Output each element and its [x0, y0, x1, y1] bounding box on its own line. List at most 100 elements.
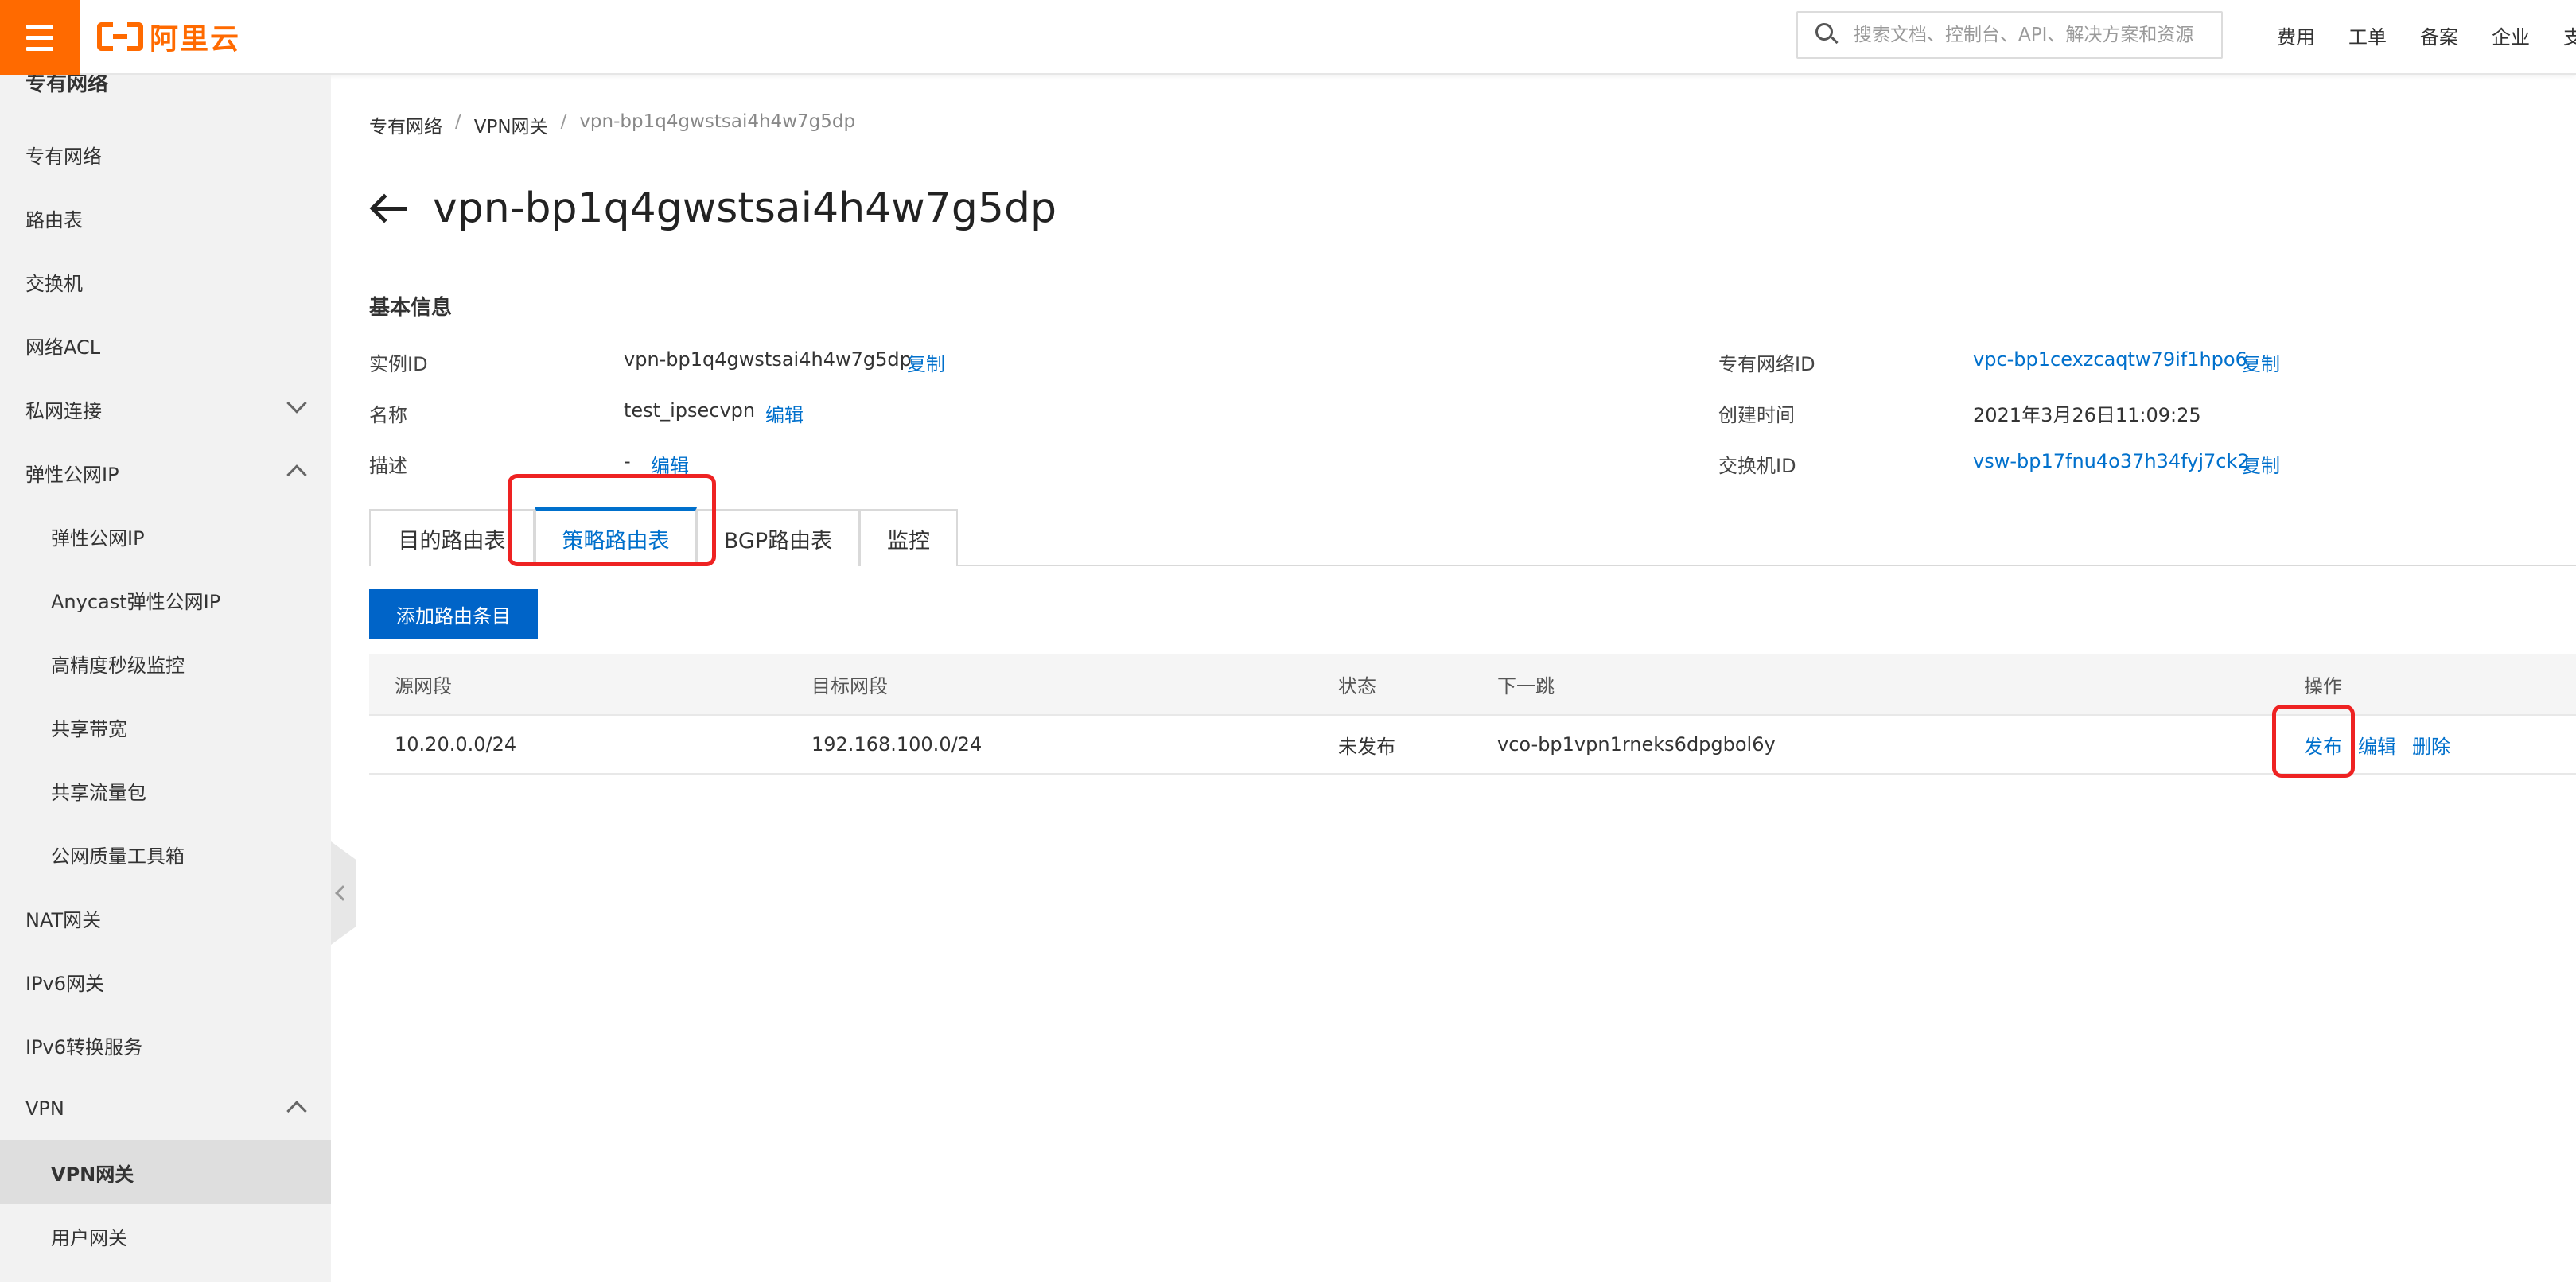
nav-billing[interactable]: 费用 — [2277, 21, 2315, 49]
breadcrumb-separator: / — [455, 111, 461, 132]
edit-button[interactable]: 编辑 — [2358, 731, 2396, 759]
vswitch-id-link[interactable]: vsw-bp17fnu4o37h34fyj7ck2 — [1973, 450, 2250, 472]
aliyun-logo-icon — [97, 22, 143, 51]
sidebar-item-label: 公网质量工具箱 — [51, 845, 185, 868]
copy-vswitch-id-button[interactable]: 复制 — [2242, 450, 2280, 478]
column-destination-cidr: 目标网段 — [811, 674, 888, 697]
sidebar-item-label: 弹性公网IP — [25, 463, 119, 486]
sidebar: 专有网络 专有网络 路由表 交换机 网络ACL 私网连接 弹性公网IP 弹性公网… — [0, 75, 331, 1282]
sidebar-item-label: VPN网关 — [51, 1163, 134, 1186]
search-input[interactable] — [1854, 25, 2220, 45]
sidebar-item-ipv6-gateway[interactable]: IPv6网关 — [0, 950, 331, 1013]
route-tabs: 目的路由表 策略路由表 BGP路由表 监控 — [369, 507, 2576, 566]
destination-cidr-cell: 192.168.100.0/24 — [811, 733, 983, 756]
vswitch-id-label: 交换机ID — [1718, 455, 1796, 477]
basic-info-title: 基本信息 — [369, 296, 453, 320]
sidebar-item-vpc[interactable]: 专有网络 — [0, 122, 331, 186]
column-status: 状态 — [1338, 674, 1376, 697]
sidebar-collapse-handle[interactable] — [331, 841, 356, 945]
table-row: 10.20.0.0/24 192.168.100.0/24 未发布 vco-bp… — [369, 716, 2576, 775]
back-arrow-icon[interactable] — [369, 192, 409, 224]
nav-tickets[interactable]: 工单 — [2348, 21, 2387, 49]
chevron-up-icon — [286, 464, 307, 485]
sidebar-item-label: 共享带宽 — [51, 717, 127, 740]
column-source-cidr: 源网段 — [395, 674, 452, 697]
sidebar-item-anycast-eip[interactable]: Anycast弹性公网IP — [0, 568, 331, 631]
top-nav: 费用 工单 备案 企业 支 — [2277, 0, 2576, 70]
chevron-up-icon — [286, 1101, 307, 1121]
publish-button[interactable]: 发布 — [2304, 731, 2342, 759]
nav-icp-filing[interactable]: 备案 — [2420, 21, 2458, 49]
column-actions: 操作 — [2304, 674, 2342, 697]
sidebar-item-label: IPv6网关 — [25, 972, 105, 995]
delete-button[interactable]: 删除 — [2412, 731, 2450, 759]
vpc-id-link[interactable]: vpc-bp1cexzcaqtw79if1hpo6 — [1973, 348, 2247, 371]
description-label: 描述 — [369, 455, 407, 477]
status-cell: 未发布 — [1338, 735, 1395, 758]
sidebar-item-vpn-gateway[interactable]: VPN网关 — [0, 1140, 331, 1204]
logo-text: 阿里云 — [150, 23, 241, 56]
copy-vpc-id-button[interactable]: 复制 — [2242, 348, 2280, 376]
sidebar-item-vswitch[interactable]: 交换机 — [0, 250, 331, 313]
sidebar-item-label: 高精度秒级监控 — [51, 654, 185, 677]
sidebar-item-ipv6-translation[interactable]: IPv6转换服务 — [0, 1013, 331, 1077]
sidebar-item-label: NAT网关 — [25, 908, 102, 931]
sidebar-item-label: 私网连接 — [25, 399, 102, 422]
tab-destination-route-table[interactable]: 目的路由表 — [369, 509, 535, 566]
search-icon — [1815, 23, 1839, 47]
source-cidr-cell: 10.20.0.0/24 — [395, 733, 517, 756]
copy-instance-id-button[interactable]: 复制 — [907, 348, 945, 376]
add-route-entry-button[interactable]: 添加路由条目 — [369, 589, 538, 639]
instance-id-value: vpn-bp1q4gwstsai4h4w7g5dp — [624, 348, 912, 371]
main-content: 专有网络 / VPN网关 / vpn-bp1q4gwstsai4h4w7g5dp… — [369, 75, 2576, 1282]
hamburger-menu-icon[interactable] — [0, 0, 80, 75]
nav-support[interactable]: 支 — [2563, 21, 2576, 49]
name-value: test_ipsecvpn — [624, 399, 756, 422]
created-time-label: 创建时间 — [1718, 404, 1795, 426]
sidebar-item-route-table[interactable]: 路由表 — [0, 186, 331, 250]
edit-name-button[interactable]: 编辑 — [765, 399, 804, 427]
sidebar-item-customer-gateway[interactable]: 用户网关 — [0, 1204, 331, 1268]
tab-monitoring[interactable]: 监控 — [859, 509, 958, 566]
sidebar-item-label: 弹性公网IP — [51, 526, 145, 550]
sidebar-item-label: 路由表 — [25, 208, 83, 231]
top-bar: 阿里云 费用 工单 备案 企业 支 — [0, 0, 2576, 75]
description-value: - — [624, 450, 631, 472]
tab-bgp-route-table[interactable]: BGP路由表 — [697, 509, 859, 566]
sidebar-item-private-link[interactable]: 私网连接 — [0, 377, 331, 441]
page-header: vpn-bp1q4gwstsai4h4w7g5dp — [369, 177, 1056, 240]
breadcrumb-current: vpn-bp1q4gwstsai4h4w7g5dp — [579, 111, 856, 132]
sidebar-item-nat-gateway[interactable]: NAT网关 — [0, 886, 331, 950]
sidebar-item-label: 网络ACL — [25, 336, 101, 359]
tab-policy-route-table[interactable]: 策略路由表 — [535, 507, 697, 566]
sidebar-item-label: 用户网关 — [51, 1226, 127, 1249]
sidebar-item-label: Anycast弹性公网IP — [51, 590, 221, 613]
breadcrumb-vpn-gateway[interactable]: VPN网关 — [474, 111, 548, 138]
column-next-hop: 下一跳 — [1497, 674, 1555, 697]
chevron-down-icon — [286, 393, 307, 414]
sidebar-item-label: 共享流量包 — [51, 781, 146, 804]
name-label: 名称 — [369, 404, 407, 426]
next-hop-cell: vco-bp1vpn1rneks6dpgbol6y — [1497, 733, 1776, 756]
global-search[interactable] — [1796, 11, 2223, 59]
actions-cell: 发布 编辑 删除 — [2304, 716, 2466, 773]
nav-enterprise[interactable]: 企业 — [2492, 21, 2530, 49]
sidebar-item-quality-toolbox[interactable]: 公网质量工具箱 — [0, 822, 331, 886]
table-header: 源网段 目标网段 状态 下一跳 操作 — [369, 654, 2576, 716]
sidebar-item-network-acl[interactable]: 网络ACL — [0, 313, 331, 377]
sidebar-item-label: 专有网络 — [25, 145, 102, 168]
page-title: vpn-bp1q4gwstsai4h4w7g5dp — [433, 185, 1056, 232]
edit-description-button[interactable]: 编辑 — [651, 450, 689, 478]
sidebar-item-monitoring[interactable]: 高精度秒级监控 — [0, 631, 331, 695]
logo[interactable]: 阿里云 — [97, 16, 240, 57]
sidebar-item-eip[interactable]: 弹性公网IP — [0, 504, 331, 568]
vpc-id-label: 专有网络ID — [1718, 353, 1815, 375]
sidebar-item-eip-group[interactable]: 弹性公网IP — [0, 441, 331, 504]
sidebar-item-data-transfer-plan[interactable]: 共享流量包 — [0, 759, 331, 822]
sidebar-item-vpn[interactable]: VPN — [0, 1077, 331, 1140]
breadcrumb-vpc[interactable]: 专有网络 — [369, 111, 442, 138]
sidebar-item-label: 交换机 — [25, 272, 83, 295]
created-time-value: 2021年3月26日11:09:25 — [1973, 404, 2201, 426]
sidebar-item-shared-bandwidth[interactable]: 共享带宽 — [0, 695, 331, 759]
sidebar-item-label: IPv6转换服务 — [25, 1035, 143, 1059]
